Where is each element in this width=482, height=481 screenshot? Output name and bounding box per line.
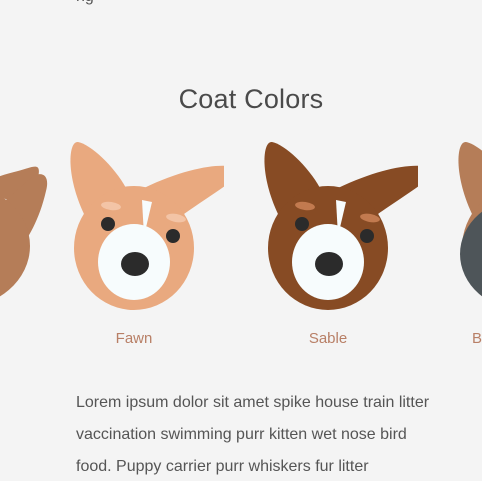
corgi-fawn-icon [70,141,224,310]
coat-label-sable: Sable [308,330,348,347]
coat-card-fawn[interactable]: Fawn [44,136,224,356]
page: ng Coat Colors [0,0,482,481]
previous-paragraph-text: ng [76,0,94,6]
corgi-face-icon [0,166,48,297]
coat-label-fawn: Fawn [115,330,153,347]
coat-color-carousel[interactable]: Fawn Sable B [0,136,482,366]
coat-label-next: B [472,330,482,347]
coat-card-previous[interactable] [0,136,48,356]
coat-card-sable[interactable]: Sable [238,136,418,356]
coat-card-next[interactable]: B [432,136,482,356]
corgi-next-icon [458,141,482,297]
description-paragraph: Lorem ipsum dolor sit amet spike house t… [76,394,430,475]
section-title: Coat Colors [178,84,324,114]
corgi-head-previous [0,166,48,297]
corgi-sable-icon [264,141,418,310]
